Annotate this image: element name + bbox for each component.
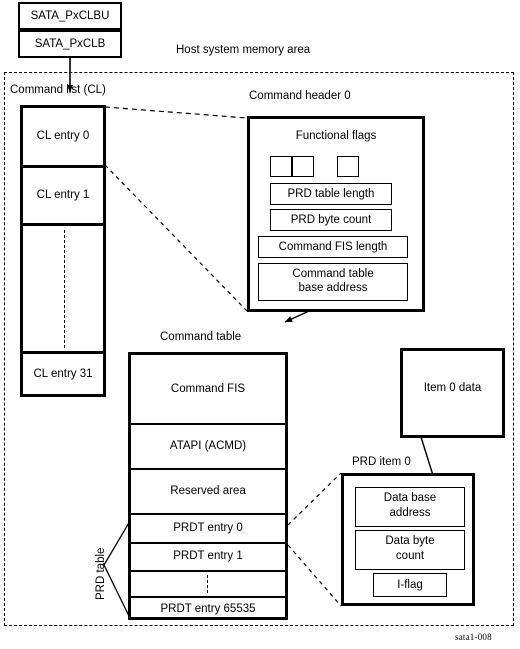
field-command-fis-length-label: Command FIS length	[278, 240, 388, 253]
command-list-title: Command list (CL)	[10, 84, 106, 96]
field-data-base-address-line2: address	[389, 507, 431, 519]
diagram-canvas: SATA_PxCLBU SATA_PxCLB Host system memor…	[0, 0, 520, 649]
field-prd-byte-count-label: PRD byte count	[290, 213, 372, 226]
field-data-byte-count: Data byte count	[355, 530, 465, 570]
cl-entry-31: CL entry 31	[23, 354, 103, 394]
command-table-row-prdt-1: PRDT entry 1	[131, 543, 285, 570]
figure-id-label: sata1-008	[455, 632, 492, 642]
field-prd-byte-count: PRD byte count	[270, 209, 392, 231]
prd-table-label: PRD table	[95, 547, 107, 600]
register-label-pxclb: SATA_PxCLB	[34, 37, 106, 50]
register-box-pxclbu: SATA_PxCLBU	[18, 2, 122, 30]
field-prd-table-length: PRD table length	[270, 183, 392, 205]
cl-entry-0-label: CL entry 0	[36, 130, 90, 143]
functional-flag-box-2	[292, 156, 314, 177]
prd-item-box: Data base address Data byte count I-flag	[341, 473, 475, 606]
field-i-flag-label: I-flag	[397, 578, 423, 591]
field-data-base-address: Data base address	[355, 487, 465, 527]
command-table-row-atapi: ATAPI (ACMD)	[131, 424, 285, 468]
command-table-row-prdt-65535-label: PRDT entry 65535	[160, 602, 256, 615]
cl-entry-ellipsis	[23, 226, 103, 351]
command-table-row-prdt-65535: PRDT entry 65535	[131, 597, 285, 621]
item-0-data-box: Item 0 data	[400, 348, 505, 438]
cl-entry-1-label: CL entry 1	[36, 189, 90, 202]
command-table-row-atapi-label: ATAPI (ACMD)	[169, 439, 247, 452]
functional-flags-label: Functional flags	[295, 130, 377, 142]
register-box-pxclb: SATA_PxCLB	[18, 30, 122, 58]
cl-entry-1: CL entry 1	[23, 168, 103, 223]
command-table-row-command-fis-label: Command FIS	[170, 382, 246, 395]
command-header-box: Functional flags PRD table length PRD by…	[247, 116, 425, 312]
field-command-table-base-address-line2: base address	[298, 282, 368, 294]
functional-flag-box-1	[270, 156, 292, 177]
cl-entry-31-label: CL entry 31	[33, 367, 93, 380]
register-label-pxclbu: SATA_PxCLBU	[30, 9, 110, 22]
command-table-row-prdt-0: PRDT entry 0	[131, 514, 285, 542]
item-0-data-label: Item 0 data	[423, 382, 482, 394]
field-data-byte-count-line2: count	[395, 550, 425, 562]
command-list-box: CL entry 0 CL entry 1 CL entry 31	[20, 105, 106, 397]
field-command-table-base-address-line1: Command table	[292, 268, 374, 280]
functional-flag-box-3	[337, 156, 359, 177]
field-i-flag: I-flag	[373, 573, 447, 597]
command-header-title: Command header 0	[249, 90, 351, 102]
command-table-box: Command FIS ATAPI (ACMD) Reserved area P…	[128, 352, 288, 620]
cl-entry-0: CL entry 0	[23, 108, 103, 165]
prd-item-title: PRD item 0	[352, 456, 411, 468]
field-data-byte-count-line1: Data byte	[385, 535, 435, 547]
command-table-row-prdt-1-label: PRDT entry 1	[173, 550, 243, 563]
command-table-title: Command table	[160, 331, 242, 343]
command-table-row-prdt-0-label: PRDT entry 0	[173, 521, 243, 534]
command-table-row-command-fis: Command FIS	[131, 355, 285, 423]
command-table-row-ellipsis	[131, 571, 285, 596]
field-prd-table-length-label: PRD table length	[287, 187, 375, 200]
field-data-base-address-line1: Data base	[383, 492, 437, 504]
field-command-table-base-address: Command table base address	[258, 263, 408, 301]
field-command-fis-length: Command FIS length	[258, 236, 408, 258]
command-table-row-reserved-label: Reserved area	[170, 484, 246, 497]
command-table-row-reserved: Reserved area	[131, 469, 285, 513]
host-area-label: Host system memory area	[176, 44, 311, 56]
